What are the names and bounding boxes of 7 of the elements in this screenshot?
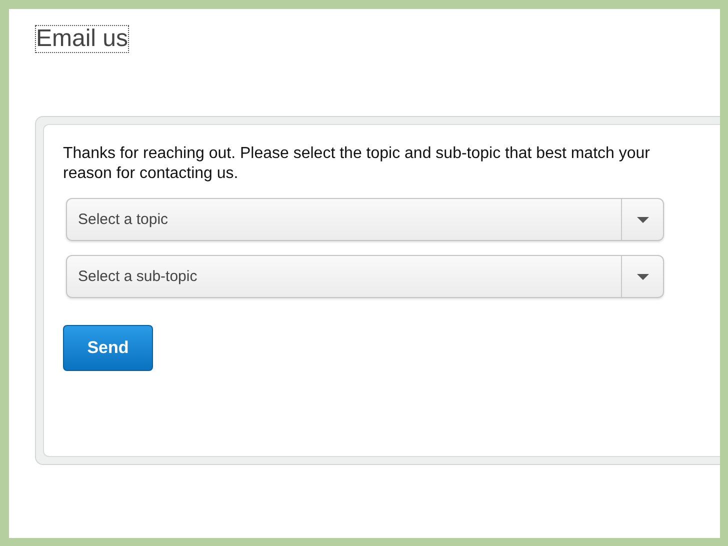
intro-text: Thanks for reaching out. Please select the topic and sub-topic that best match your reason for contacting us.	[63, 144, 651, 184]
send-button[interactable]: Send	[63, 325, 153, 371]
caret-icon	[636, 216, 650, 224]
dropdown[interactable]: Select a topic	[66, 198, 664, 241]
dropdown[interactable]: Select a sub-topic	[66, 255, 664, 298]
page-title: Email us	[35, 25, 130, 53]
caret-icon	[636, 272, 650, 280]
